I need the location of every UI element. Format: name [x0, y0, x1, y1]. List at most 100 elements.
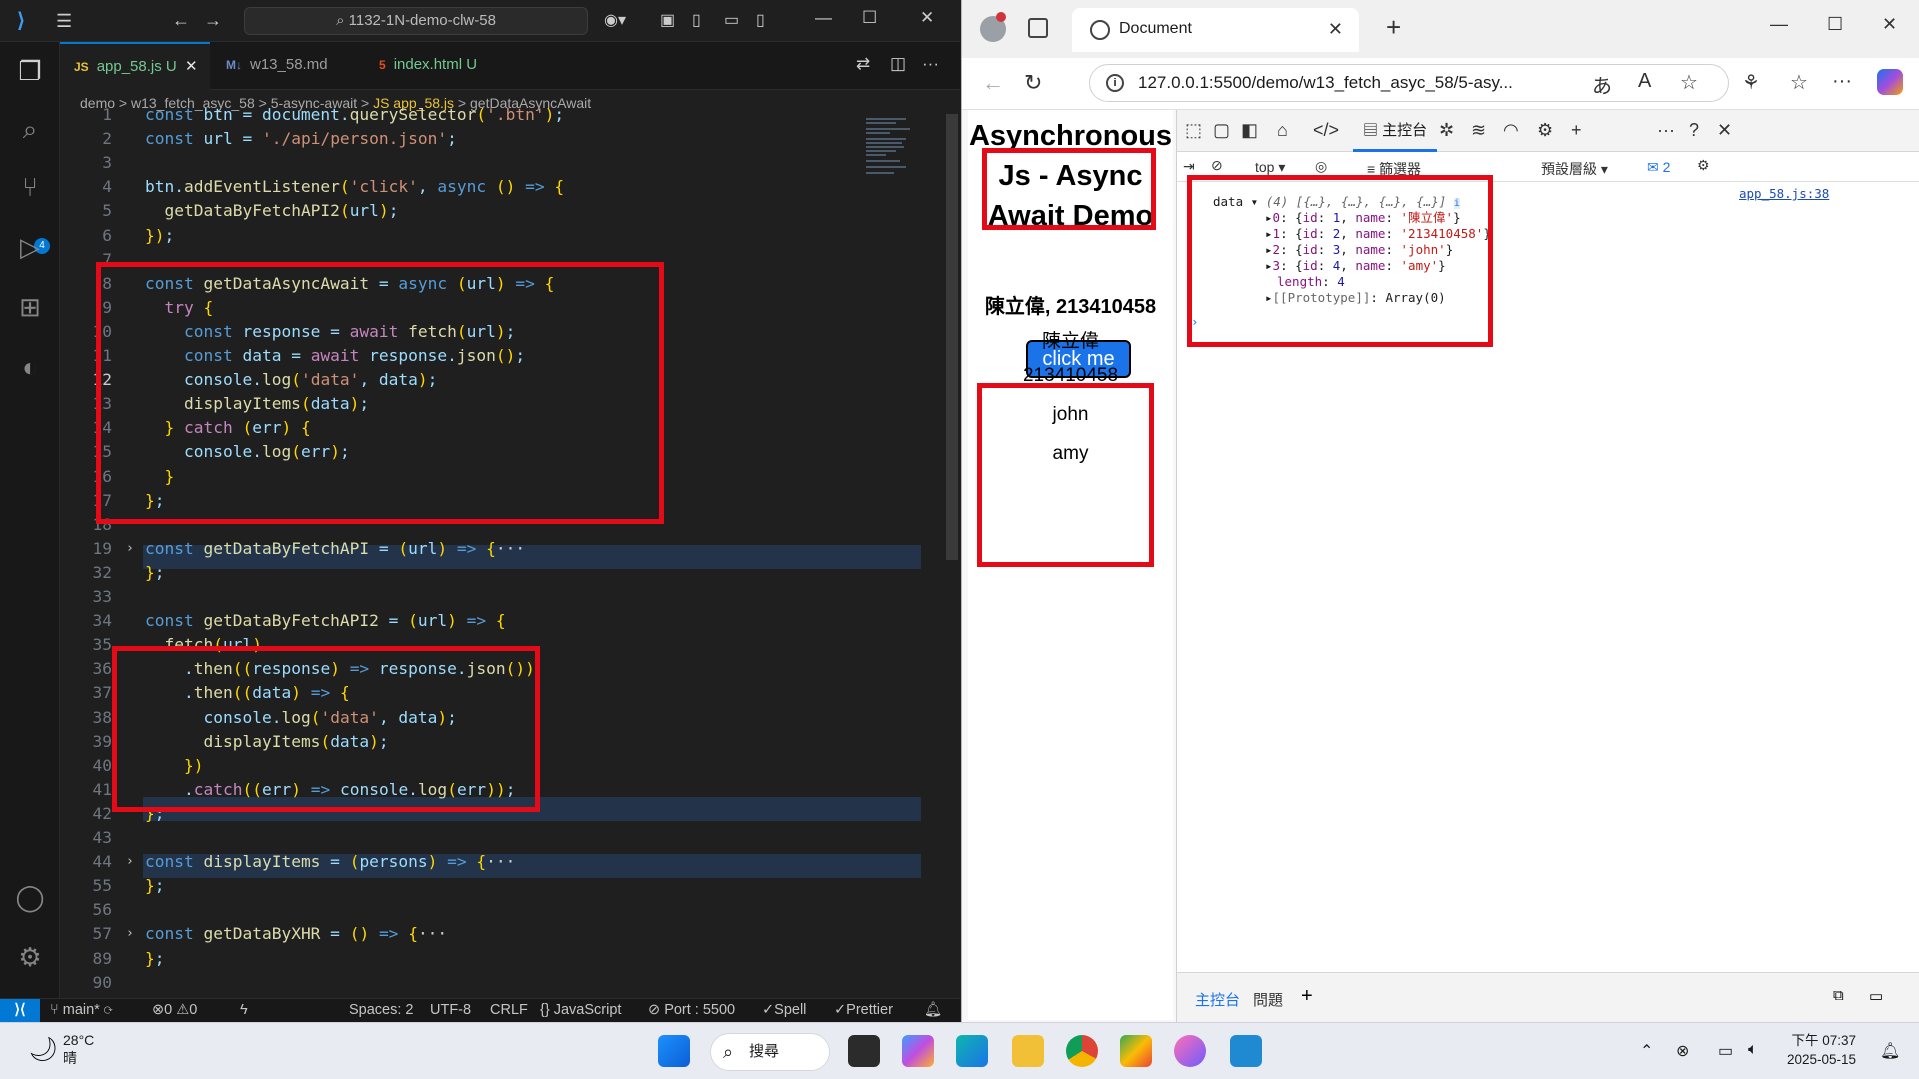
- weather-widget[interactable]: 28°C 晴: [63, 1031, 94, 1067]
- code-line[interactable]: 55};: [60, 874, 860, 898]
- tab-console[interactable]: ▤ 主控台: [1353, 110, 1438, 152]
- close-devtools-icon[interactable]: ✕: [1717, 120, 1732, 141]
- remote-indicator-icon[interactable]: ⟩⟨: [0, 999, 40, 1022]
- favorites-icon[interactable]: ☆: [1790, 70, 1808, 95]
- live-expression-icon[interactable]: ◎: [1315, 158, 1327, 175]
- chrome-app-icon[interactable]: [1066, 1035, 1098, 1067]
- run-debug-icon[interactable]: ▷: [14, 232, 46, 263]
- dock-icon[interactable]: ◧: [1241, 120, 1258, 141]
- minimize-icon[interactable]: —: [815, 8, 832, 28]
- more-tools-plus-icon[interactable]: +: [1571, 120, 1582, 141]
- code-line[interactable]: 56: [60, 898, 860, 922]
- code-line[interactable]: 4 btn.addEventListener('click', async () …: [60, 175, 860, 199]
- context-select[interactable]: top ▾: [1255, 159, 1285, 176]
- notification-bell-icon[interactable]: 🔔︎: [1880, 1041, 1900, 1061]
- code-line[interactable]: 6});: [60, 224, 860, 248]
- encoding-status[interactable]: UTF-8: [430, 999, 471, 1022]
- favorite-star-icon[interactable]: ☆: [1680, 70, 1698, 95]
- maximize-icon[interactable]: ☐: [862, 8, 877, 28]
- explorer-icon[interactable]: ❐: [14, 56, 46, 87]
- command-center-search[interactable]: ⌕ 1132-1N-demo-clw-58: [244, 7, 588, 35]
- console-settings-gear-icon[interactable]: ⚙: [1697, 157, 1710, 174]
- taskbar-clock[interactable]: 下午 07:37 2025-05-15: [1787, 1031, 1856, 1069]
- forward-arrow-icon[interactable]: →: [204, 10, 222, 31]
- remote-explorer-icon[interactable]: ◐: [14, 352, 46, 383]
- close-icon[interactable]: ✕: [920, 8, 934, 28]
- memory-icon[interactable]: ⚙: [1537, 120, 1553, 141]
- collapse-drawer-icon[interactable]: ▭: [1869, 987, 1883, 1005]
- code-line[interactable]: 19 › const getDataByFetchAPI = (url) => {·…: [60, 537, 860, 561]
- code-line[interactable]: 89};: [60, 947, 860, 971]
- menu-icon[interactable]: ☰: [56, 11, 72, 32]
- tab-actions-icon[interactable]: [1028, 18, 1048, 38]
- inspect-element-icon[interactable]: ⬚: [1185, 120, 1202, 141]
- undock-drawer-icon[interactable]: ⧉: [1833, 987, 1844, 1004]
- tab-close-icon[interactable]: ✕: [1328, 8, 1343, 50]
- code-line[interactable]: 33: [60, 585, 860, 609]
- vscode-app-icon[interactable]: [1230, 1035, 1262, 1067]
- weather-moon-icon[interactable]: 🌙︎: [28, 1035, 58, 1064]
- drawer-tab-issues[interactable]: 問題: [1253, 989, 1283, 1010]
- show-hidden-icons-icon[interactable]: ⌃: [1640, 1041, 1653, 1061]
- new-tab-icon[interactable]: +: [1386, 12, 1401, 43]
- back-arrow-icon[interactable]: ←: [172, 10, 190, 31]
- lightning-icon[interactable]: ϟ: [240, 999, 248, 1022]
- copilot-icon[interactable]: [1877, 69, 1903, 95]
- welcome-home-icon[interactable]: ⌂: [1277, 120, 1288, 141]
- close-icon[interactable]: ✕: [1882, 14, 1897, 35]
- settings-gear-icon[interactable]: ⚙: [14, 942, 46, 973]
- code-line[interactable]: 32};: [60, 561, 860, 585]
- source-control-icon[interactable]: ⑂: [14, 172, 46, 203]
- code-line[interactable]: 3: [60, 151, 860, 175]
- colorful-app-icon[interactable]: [1120, 1035, 1152, 1067]
- extensions-icon[interactable]: ⚘: [1742, 70, 1760, 95]
- toggle-sidebar-icon[interactable]: ▯: [692, 10, 701, 30]
- edge-app-icon[interactable]: [956, 1035, 988, 1067]
- code-line[interactable]: 34 const getDataByFetchAPI2 = (url) => {: [60, 609, 860, 633]
- fold-chevron-icon[interactable]: ›: [126, 922, 134, 946]
- drawer-add-tab-icon[interactable]: +: [1301, 985, 1313, 1008]
- tab-close-icon[interactable]: ✕: [185, 58, 198, 75]
- maximize-icon[interactable]: ☐: [1827, 14, 1843, 35]
- tab-app-58-js[interactable]: JS app_58.js U ✕: [60, 42, 210, 90]
- taskbar-search[interactable]: ⌕ 搜尋: [710, 1033, 830, 1071]
- refresh-icon[interactable]: ↻: [1024, 70, 1042, 96]
- indentation-status[interactable]: Spaces: 2: [349, 999, 414, 1022]
- toggle-secondary-sidebar-icon[interactable]: ▯: [756, 10, 765, 30]
- info-icon[interactable]: i: [1106, 74, 1124, 92]
- eol-status[interactable]: CRLF: [490, 999, 528, 1022]
- issues-counter[interactable]: ✉ 2: [1647, 159, 1670, 176]
- live-server-port[interactable]: ⊘ Port : 5500: [648, 999, 735, 1022]
- copilot-icon[interactable]: ◉▾: [604, 10, 626, 30]
- clear-console-icon[interactable]: ⊘: [1211, 157, 1223, 174]
- more-options-icon[interactable]: ···: [1657, 120, 1675, 141]
- minimap[interactable]: [866, 114, 946, 184]
- sources-bug-icon[interactable]: ✲: [1439, 120, 1454, 141]
- figma-like-app-icon[interactable]: [1174, 1035, 1206, 1067]
- code-line[interactable]: 44 › const displayItems = (persons) => {··…: [60, 850, 860, 874]
- more-actions-icon[interactable]: ···: [922, 54, 939, 74]
- account-icon[interactable]: ◯: [14, 882, 46, 913]
- search-icon[interactable]: ⌕: [14, 114, 46, 146]
- read-aloud-icon[interactable]: A: [1638, 70, 1651, 93]
- code-line[interactable]: 5 getDataByFetchAPI2(url);: [60, 199, 860, 223]
- tab-w13-58-md[interactable]: M↓ w13_58.md: [212, 42, 362, 90]
- network-icon[interactable]: ▭: [1718, 1041, 1733, 1061]
- code-line[interactable]: 57 › const getDataByXHR = () => {···: [60, 922, 860, 946]
- code-line[interactable]: 2 const url = './api/person.json';: [60, 127, 860, 151]
- task-view-icon[interactable]: [848, 1035, 880, 1067]
- branch-status[interactable]: ⑂ main* ⟳: [50, 999, 113, 1022]
- drawer-tab-console[interactable]: 主控台: [1195, 989, 1240, 1010]
- url-field[interactable]: i 127.0.0.1:5500/demo/w13_fetch_asyc_58/5…: [1089, 64, 1729, 102]
- volume-icon[interactable]: 🔈︎: [1748, 1041, 1758, 1059]
- sidebar-toggle-icon[interactable]: ⇥: [1183, 158, 1195, 175]
- network-wifi-icon[interactable]: ≋: [1471, 120, 1486, 141]
- code-line[interactable]: 1 const btn = document.querySelector('.bt…: [60, 103, 860, 127]
- elements-icon[interactable]: </>: [1313, 120, 1339, 141]
- performance-icon[interactable]: ◠: [1503, 120, 1519, 141]
- more-menu-icon[interactable]: ···: [1832, 70, 1852, 93]
- device-toolbar-icon[interactable]: ▢: [1213, 120, 1230, 141]
- close-circle-icon[interactable]: ⊗: [1676, 1041, 1689, 1061]
- split-editor-icon[interactable]: ◫: [890, 54, 906, 74]
- log-levels-select[interactable]: 預設層級 ▾: [1541, 159, 1608, 179]
